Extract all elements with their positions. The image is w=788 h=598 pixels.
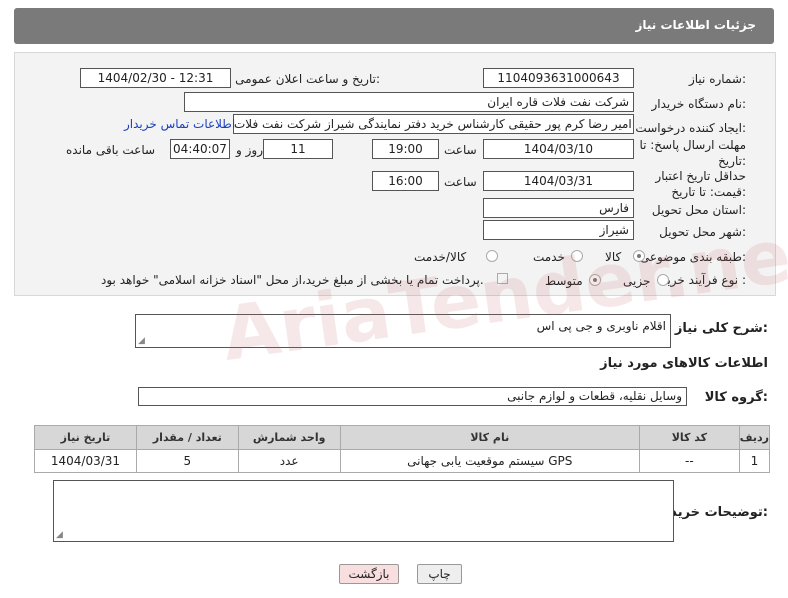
cell-row: 1: [738, 449, 771, 473]
treasury-payment-note: پرداخت تمام یا بخشی از مبلغ خرید،از محل …: [101, 273, 484, 287]
col-code: کد کالا: [638, 425, 740, 450]
page-title: جزئیات اطلاعات نیاز: [635, 18, 756, 32]
category-both-label: کالا/خدمت: [414, 250, 467, 264]
need-number-field[interactable]: 1104093631000643: [483, 68, 634, 88]
deadline-date-field[interactable]: 1404/03/10: [483, 139, 634, 159]
process-label: نوع فرآیند خرید :: [661, 273, 746, 287]
price-valid-time-label: ساعت: [444, 175, 477, 189]
category-goods-label: کالا: [605, 250, 622, 264]
days-label: روز و: [236, 143, 263, 157]
category-service-radio[interactable]: [571, 250, 583, 262]
buyer-org-label: نام دستگاه خریدار:: [651, 97, 747, 111]
col-row: ردیف: [738, 425, 771, 450]
cell-unit: عدد: [237, 449, 341, 473]
creator-label: ایجاد کننده درخواست:: [635, 121, 746, 135]
description-label: شرح کلی نیاز:: [674, 321, 768, 336]
category-both-radio[interactable]: [486, 250, 498, 262]
city-field[interactable]: شیراز: [483, 220, 634, 240]
col-qty: تعداد / مقدار: [135, 425, 239, 450]
category-label: طبقه بندی موضوعی:: [639, 250, 746, 264]
goods-group-field[interactable]: وسایل نقلیه، قطعات و لوازم جانبی: [138, 387, 687, 406]
process-minor-radio[interactable]: [657, 274, 669, 286]
deadline-time-label: ساعت: [444, 143, 477, 157]
buyer-notes-textarea[interactable]: ◢: [53, 480, 674, 542]
announce-label: تاریخ و ساعت اعلان عمومی:: [235, 72, 380, 86]
deadline-label: مهلت ارسال پاسخ: تا تاریخ:: [639, 138, 746, 168]
process-medium-radio[interactable]: [589, 274, 601, 286]
treasury-payment-checkbox[interactable]: [497, 273, 508, 284]
process-minor-label: جزیی: [623, 274, 651, 288]
goods-section-title: اطلاعات کالاهای مورد نیاز: [600, 356, 768, 371]
goods-group-label: گروه کالا:: [704, 390, 768, 405]
remaining-field[interactable]: 04:40:07: [170, 139, 230, 159]
col-name: نام کالا: [339, 425, 640, 450]
remaining-label: ساعت باقی مانده: [66, 143, 156, 157]
resize-grip-icon[interactable]: ◢: [138, 336, 145, 346]
page-header: جزئیات اطلاعات نیاز: [14, 8, 774, 44]
province-label: استان محل تحویل:: [651, 203, 746, 217]
category-service-label: خدمت: [533, 250, 565, 264]
table-row[interactable]: 1404/03/31 5 عدد سیستم موقعیت یابی جهانی…: [34, 449, 771, 473]
province-field[interactable]: فارس: [483, 198, 634, 218]
cell-code: --: [638, 449, 740, 473]
description-text: اقلام ناوبری و جی پی اس: [536, 319, 666, 333]
days-field[interactable]: 11: [263, 139, 333, 159]
col-date: تاریخ نیاز: [34, 425, 137, 450]
price-valid-label: حداقل تاریخ اعتبار قیمت: تا تاریخ:: [655, 169, 746, 199]
price-valid-time-field[interactable]: 16:00: [372, 171, 439, 191]
category-goods-radio[interactable]: [633, 250, 645, 262]
deadline-time-field[interactable]: 19:00: [372, 139, 439, 159]
cell-name: سیستم موقعیت یابی جهانی GPS: [339, 449, 640, 473]
col-unit: واحد شمارش: [237, 425, 341, 450]
print-button[interactable]: چاپ: [417, 564, 462, 584]
resize-grip-icon[interactable]: ◢: [56, 530, 63, 540]
goods-table: تاریخ نیاز تعداد / مقدار واحد شمارش نام …: [34, 425, 771, 473]
process-medium-label: متوسط: [545, 274, 583, 288]
buyer-notes-label: توضیحات خریدار:: [658, 505, 768, 520]
back-button[interactable]: بازگشت: [339, 564, 399, 584]
buyer-contact-link[interactable]: اطلاعات تماس خریدار: [124, 117, 235, 131]
cell-qty: 5: [135, 449, 239, 473]
buyer-org-field[interactable]: شرکت نفت فلات قاره ایران: [184, 92, 634, 112]
price-valid-date-field[interactable]: 1404/03/31: [483, 171, 634, 191]
cell-date: 1404/03/31: [34, 449, 137, 473]
description-textarea[interactable]: اقلام ناوبری و جی پی اس ◢: [135, 314, 671, 348]
city-label: شهر محل تحویل:: [659, 225, 746, 239]
creator-field[interactable]: امیر رضا کرم پور حقیقی کارشناس خرید دفتر…: [233, 114, 634, 134]
goods-table-header: تاریخ نیاز تعداد / مقدار واحد شمارش نام …: [34, 425, 771, 450]
need-number-label: شماره نیاز:: [688, 72, 746, 86]
announce-field[interactable]: 1404/02/30 - 12:31: [80, 68, 231, 88]
